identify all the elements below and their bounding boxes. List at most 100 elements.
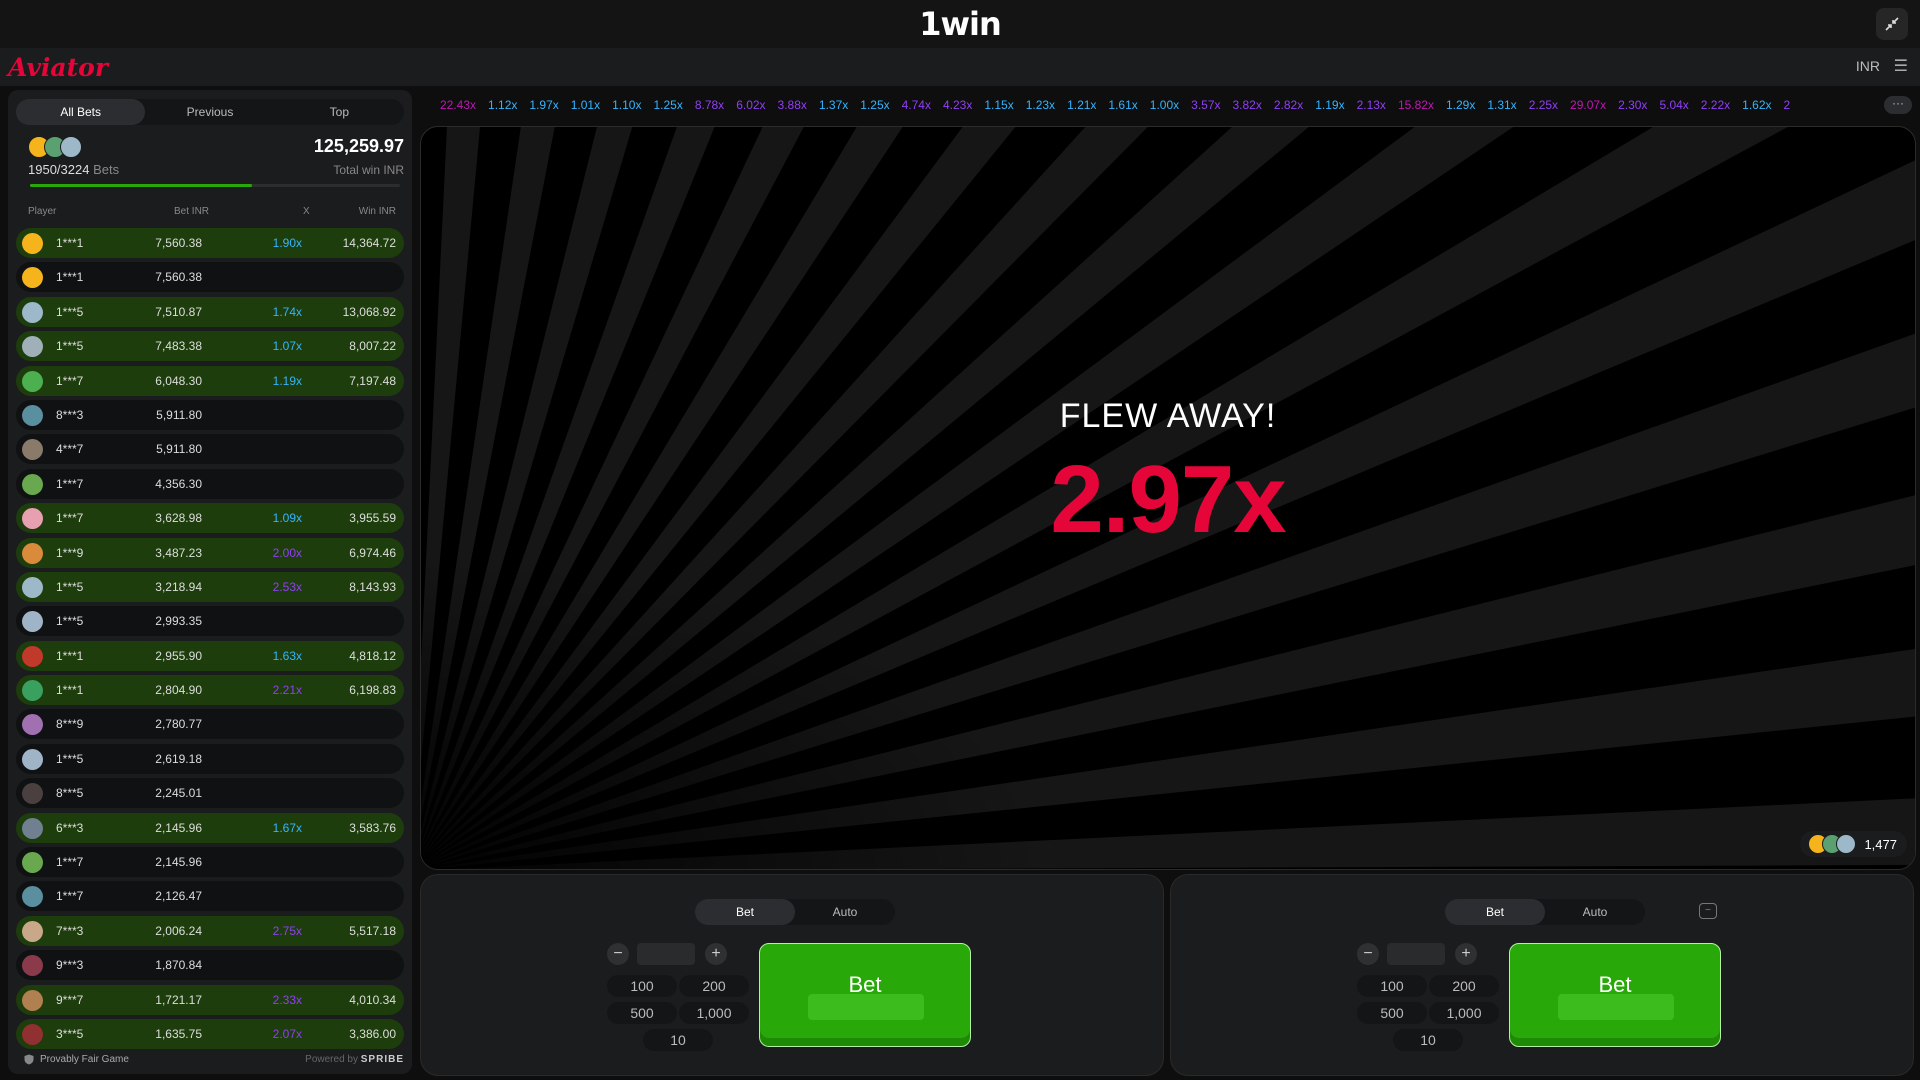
history-multiplier[interactable]: 1.10x	[612, 98, 641, 112]
history-multiplier[interactable]: 1.62x	[1742, 98, 1771, 112]
history-multiplier[interactable]: 2.22x	[1701, 98, 1730, 112]
bet-amount: 2,955.90	[155, 648, 202, 663]
place-bet-button[interactable]: Bet	[1509, 943, 1721, 1047]
increase-amount-button[interactable]: +	[1455, 943, 1477, 965]
history-more-button[interactable]: ···	[1884, 96, 1912, 114]
avatar	[22, 301, 43, 323]
history-multiplier[interactable]: 1.15x	[984, 98, 1013, 112]
avatar	[22, 370, 43, 392]
player-name: 7***3	[56, 923, 84, 938]
quick-amount-button[interactable]: 10	[1393, 1029, 1463, 1051]
history-multiplier[interactable]: 29.07x	[1570, 98, 1606, 112]
spribe-logo: SPRIBE	[360, 1054, 404, 1065]
history-multiplier[interactable]: 8.78x	[695, 98, 724, 112]
history-multiplier[interactable]: 5.04x	[1659, 98, 1688, 112]
cashout-multiplier: 2.75x	[272, 923, 302, 938]
history-multiplier[interactable]: 2	[1784, 98, 1791, 112]
player-name: 1***7	[56, 476, 84, 491]
avatar	[22, 508, 43, 530]
player-name: 1***7	[56, 373, 84, 388]
bet-amount: 2,780.77	[155, 717, 202, 732]
flew-away-text: FLEW AWAY!	[1059, 397, 1277, 435]
avatar	[22, 611, 43, 633]
tab-bet[interactable]: Bet	[695, 899, 795, 925]
history-multiplier[interactable]: 3.57x	[1191, 98, 1220, 112]
bet-amount: 7,483.38	[155, 339, 202, 354]
quick-amount-button[interactable]: 200	[1429, 975, 1499, 997]
history-multiplier[interactable]: 1.19x	[1315, 98, 1344, 112]
tab-previous[interactable]: Previous	[145, 99, 274, 125]
tab-bet[interactable]: Bet	[1445, 899, 1545, 925]
hamburger-menu-icon[interactable]: ☰	[1894, 56, 1908, 76]
history-multiplier[interactable]: 1.37x	[819, 98, 848, 112]
quick-amount-button[interactable]: 100	[607, 975, 677, 997]
online-count: 1,477	[1864, 836, 1897, 852]
bet-amount: 5,911.80	[156, 442, 202, 457]
tab-auto[interactable]: Auto	[1545, 899, 1645, 925]
history-multiplier[interactable]: 2.30x	[1618, 98, 1647, 112]
quick-amount-button[interactable]: 500	[607, 1002, 677, 1024]
history-multiplier[interactable]: 1.61x	[1108, 98, 1137, 112]
history-multiplier[interactable]: 1.25x	[860, 98, 889, 112]
quick-amount-button[interactable]: 500	[1357, 1002, 1427, 1024]
increase-amount-button[interactable]: +	[705, 943, 727, 965]
decrease-amount-button[interactable]: −	[607, 943, 629, 965]
bet-amount: 7,560.38	[155, 236, 202, 250]
history-multiplier[interactable]: 1.23x	[1026, 98, 1055, 112]
history-multiplier[interactable]: 4.74x	[902, 98, 931, 112]
history-multiplier[interactable]: 6.02x	[736, 98, 765, 112]
history-multiplier[interactable]: 1.00x	[1150, 98, 1179, 112]
cashout-multiplier: 2.21x	[272, 683, 302, 698]
quick-amount-button[interactable]: 1,000	[679, 1002, 749, 1024]
history-multiplier[interactable]: 4.23x	[943, 98, 972, 112]
decrease-amount-button[interactable]: −	[1357, 943, 1379, 965]
tab-all-bets[interactable]: All Bets	[16, 99, 146, 125]
tab-top[interactable]: Top	[275, 99, 404, 125]
bet-row: 1***7 4,356.30	[16, 468, 404, 499]
quick-amount-button[interactable]: 10	[643, 1029, 713, 1051]
avatar	[22, 473, 43, 495]
quick-amount-button[interactable]: 200	[679, 975, 749, 997]
history-multiplier[interactable]: 3.88x	[778, 98, 807, 112]
col-win: Win INR	[358, 206, 396, 217]
exit-fullscreen-button[interactable]	[1876, 8, 1908, 40]
provably-fair-link[interactable]: Provably Fair Game	[24, 1054, 129, 1065]
avatar	[22, 576, 43, 598]
history-multiplier[interactable]: 1.12x	[488, 98, 517, 112]
history-multiplier[interactable]: 1.97x	[529, 98, 558, 112]
avatar	[22, 955, 43, 977]
quick-amount-button[interactable]: 1,000	[1429, 1002, 1499, 1024]
player-name: 1***9	[56, 545, 84, 560]
tab-auto[interactable]: Auto	[795, 899, 895, 925]
progress-fill	[30, 184, 252, 187]
history-multiplier[interactable]: 1.25x	[653, 98, 682, 112]
col-player: Player	[28, 206, 57, 217]
top-bar: 1win	[0, 0, 1920, 48]
history-multiplier[interactable]: 22.43x	[440, 98, 476, 112]
history-multiplier[interactable]: 1.29x	[1446, 98, 1475, 112]
history-multiplier[interactable]: 1.31x	[1487, 98, 1516, 112]
bet-amount-input[interactable]	[637, 943, 695, 965]
bet-amount-input[interactable]	[1387, 943, 1445, 965]
cashout-multiplier: 2.53x	[272, 579, 302, 594]
history-multiplier[interactable]: 2.82x	[1274, 98, 1303, 112]
cashout-multiplier: 1.74x	[272, 304, 302, 319]
history-multiplier[interactable]: 15.82x	[1398, 98, 1434, 112]
history-multiplier[interactable]: 2.13x	[1357, 98, 1386, 112]
win-amount: 6,198.83	[349, 683, 396, 698]
history-multiplier[interactable]: 2.25x	[1529, 98, 1558, 112]
win-amount: 13,068.92	[342, 304, 396, 319]
bet-amount: 3,628.98	[155, 511, 202, 526]
remove-panel-icon[interactable]: −	[1699, 903, 1717, 919]
bet-panel-2: Bet Auto − − + 100 200 500 1,000 10 Bet	[1170, 874, 1914, 1076]
win-amount: 3,955.59	[349, 511, 396, 526]
history-multiplier[interactable]: 3.82x	[1233, 98, 1262, 112]
bet-amount: 6,048.30	[155, 373, 202, 388]
quick-amount-button[interactable]: 100	[1357, 975, 1427, 997]
history-multiplier[interactable]: 1.01x	[571, 98, 600, 112]
bet-amount: 5,911.80	[156, 407, 202, 422]
place-bet-button[interactable]: Bet	[759, 943, 971, 1047]
bet-amount: 2,619.18	[155, 751, 202, 766]
player-name: 1***7	[56, 889, 84, 904]
history-multiplier[interactable]: 1.21x	[1067, 98, 1096, 112]
